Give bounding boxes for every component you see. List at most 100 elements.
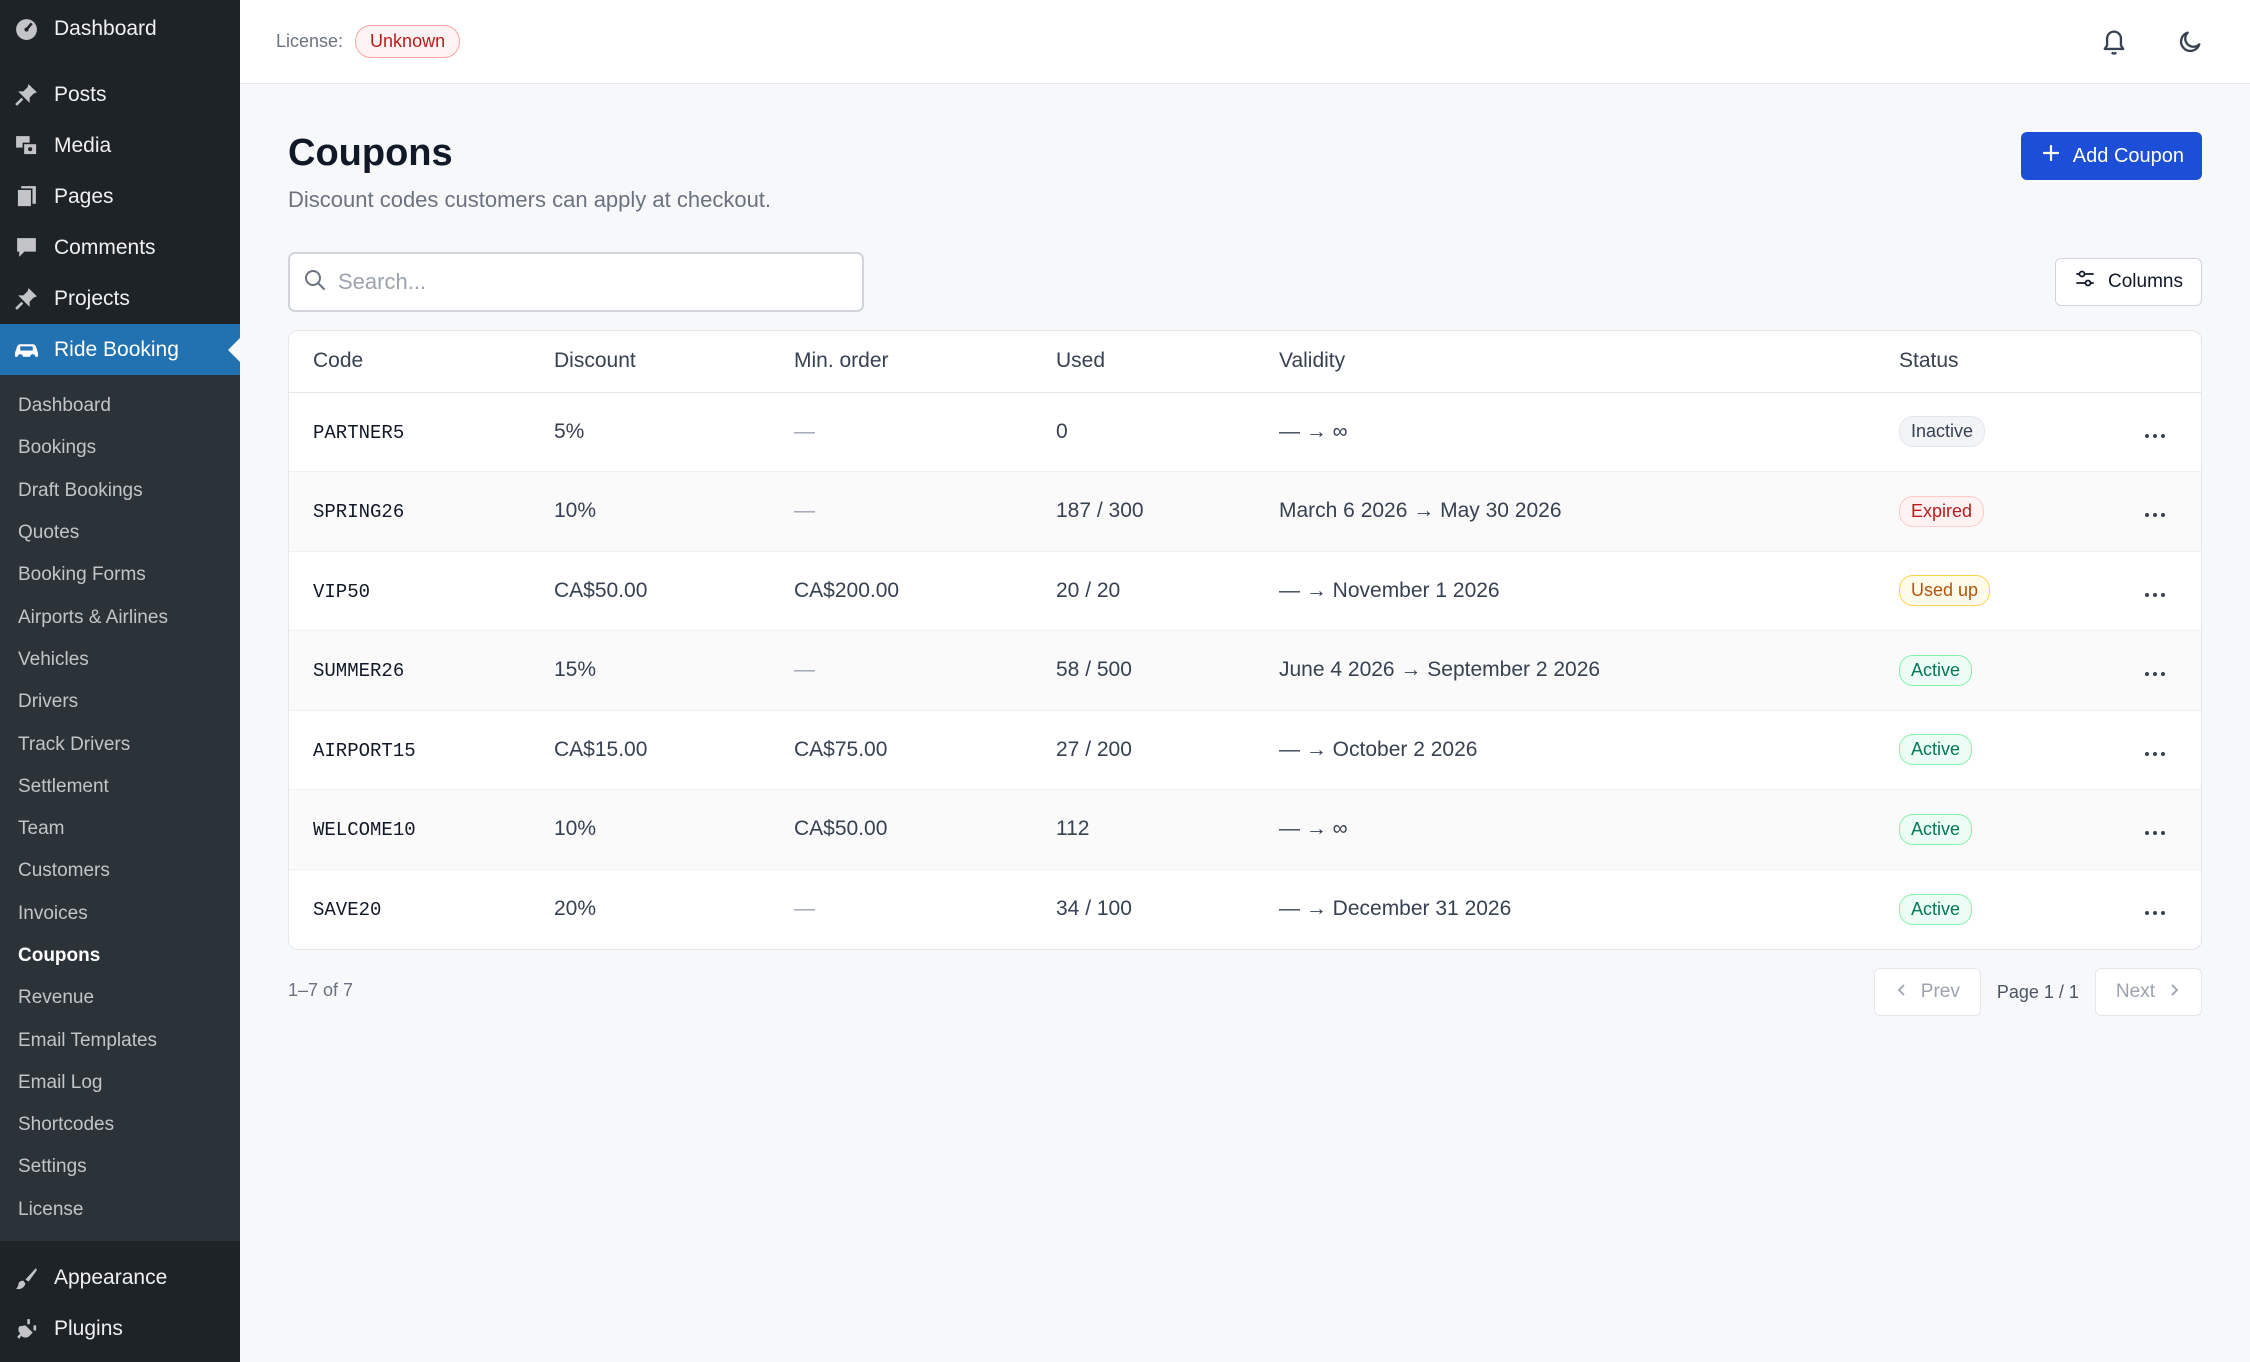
more-actions-icon[interactable] <box>2145 433 2165 438</box>
table-row[interactable]: SPRING26 10% — 187 / 300 March 6 2026 → May … <box>289 471 2201 552</box>
cell-min-order-value: — <box>794 897 815 920</box>
submenu-item-license[interactable]: License <box>0 1189 240 1231</box>
cell-status: Active <box>1899 789 2109 870</box>
cell-discount-value: CA$15.00 <box>554 737 648 761</box>
cell-used-value: 112 <box>1056 817 1090 841</box>
pagination-count: 1–7 of 7 <box>288 980 354 1000</box>
submenu-item-settings[interactable]: Settings <box>0 1146 240 1188</box>
cell-actions <box>2109 471 2201 552</box>
submenu-item-email-templates[interactable]: Email Templates <box>0 1019 240 1061</box>
cell-actions <box>2109 551 2201 631</box>
bell-icon[interactable] <box>2094 22 2134 62</box>
column-header-status[interactable]: Status <box>1899 331 2109 393</box>
column-header-validity[interactable]: Validity <box>1279 331 1899 393</box>
submenu-item-customers[interactable]: Customers <box>0 850 240 892</box>
column-header-code[interactable]: Code <box>289 331 554 393</box>
submenu-item-revenue[interactable]: Revenue <box>0 977 240 1019</box>
table-row[interactable]: VIP50 CA$50.00 CA$200.00 20 / 20 — → Novembe… <box>289 551 2201 631</box>
cell-used-value: 27 / 200 <box>1056 737 1132 761</box>
submenu-item-track-drivers[interactable]: Track Drivers <box>0 723 240 765</box>
cell-discount: CA$50.00 <box>554 551 794 631</box>
table-row[interactable]: AIRPORT15 CA$15.00 CA$75.00 27 / 200 — → Oct… <box>289 710 2201 790</box>
submenu-item-bookings[interactable]: Bookings <box>0 427 240 469</box>
cell-status: Active <box>1899 630 2109 711</box>
cell-used: 58 / 500 <box>1056 630 1279 711</box>
sidebar-item-label: Media <box>54 133 112 157</box>
coupon-code: PARTNER5 <box>313 421 405 444</box>
status-badge: Active <box>1899 893 1973 925</box>
add-coupon-label: Add Coupon <box>2072 144 2184 167</box>
cell-code: SAVE20 <box>289 869 554 949</box>
submenu-item-team[interactable]: Team <box>0 808 240 850</box>
cell-actions <box>2109 392 2201 472</box>
submenu-item-invoices[interactable]: Invoices <box>0 893 240 935</box>
add-coupon-button[interactable]: Add Coupon <box>2020 132 2202 180</box>
sidebar-item-media[interactable]: Media <box>0 120 240 171</box>
cell-validity: — → December 31 2026 <box>1279 869 1899 949</box>
submenu-item-settlement[interactable]: Settlement <box>0 766 240 808</box>
sidebar-item-label: Plugins <box>54 1317 123 1341</box>
submenu-item-draft-bookings[interactable]: Draft Bookings <box>0 470 240 512</box>
submenu-item-dashboard[interactable]: Dashboard <box>0 385 240 427</box>
table-row[interactable]: WELCOME10 10% CA$50.00 112 — → ∞ Active <box>289 789 2201 870</box>
submenu-item-shortcodes[interactable]: Shortcodes <box>0 1104 240 1146</box>
moon-icon[interactable] <box>2170 22 2210 62</box>
sidebar-item-dashboard[interactable]: Dashboard <box>0 0 240 57</box>
sidebar-item-label: Posts <box>54 82 107 106</box>
sidebar-item-projects[interactable]: Projects <box>0 273 240 324</box>
dashboard-icon <box>13 15 40 42</box>
plus-icon <box>2041 143 2061 169</box>
more-actions-icon[interactable] <box>2145 513 2165 518</box>
prev-page-button[interactable]: Prev <box>1873 968 1981 1016</box>
cell-min-order: CA$50.00 <box>794 789 1056 870</box>
cell-status: Active <box>1899 710 2109 790</box>
submenu-item-email-log[interactable]: Email Log <box>0 1062 240 1104</box>
submenu-item-airports-airlines[interactable]: Airports & Airlines <box>0 596 240 638</box>
cell-used: 20 / 20 <box>1056 551 1279 631</box>
more-actions-icon[interactable] <box>2145 751 2165 756</box>
brush-icon <box>13 1265 40 1292</box>
more-actions-icon[interactable] <box>2145 592 2165 597</box>
status-badge: Active <box>1899 654 1973 686</box>
coupon-code: AIRPORT15 <box>313 739 416 762</box>
submenu-item-booking-forms[interactable]: Booking Forms <box>0 554 240 596</box>
pin-icon <box>13 285 40 312</box>
coupons-table-card: Code Discount Min. order Used Validity S… <box>288 330 2202 950</box>
cell-actions <box>2109 869 2201 949</box>
cell-code: AIRPORT15 <box>289 710 554 790</box>
cell-discount: 10% <box>554 789 794 870</box>
table-row[interactable]: PARTNER5 5% — 0 — → ∞ Inactive <box>289 392 2201 472</box>
admin-sidebar: Dashboard Posts Media Pages Comments Pro… <box>0 0 240 1362</box>
table-row[interactable]: SUMMER26 15% — 58 / 500 June 4 2026 → Septem… <box>289 630 2201 711</box>
submenu-item-vehicles[interactable]: Vehicles <box>0 639 240 681</box>
sidebar-item-ride-booking[interactable]: Ride Booking <box>0 324 240 375</box>
submenu-item-quotes[interactable]: Quotes <box>0 512 240 554</box>
sidebar-item-pages[interactable]: Pages <box>0 171 240 222</box>
more-actions-icon[interactable] <box>2145 911 2165 915</box>
sidebar-item-comments[interactable]: Comments <box>0 222 240 273</box>
submenu-item-coupons[interactable]: Coupons <box>0 935 240 977</box>
chevron-right-icon <box>2167 981 2181 1003</box>
cell-discount: 5% <box>554 392 794 472</box>
more-actions-icon[interactable] <box>2145 831 2165 836</box>
license-status-badge[interactable]: Unknown <box>355 25 461 58</box>
table-body: PARTNER5 5% — 0 — → ∞ Inactive SPRING26 10% — 187… <box>289 392 2201 949</box>
more-actions-icon[interactable] <box>2145 672 2165 677</box>
sidebar-item-label: Comments <box>54 235 156 259</box>
sidebar-item-appearance[interactable]: Appearance <box>0 1253 240 1304</box>
column-header-min-order[interactable]: Min. order <box>794 331 1056 393</box>
sidebar-item-posts[interactable]: Posts <box>0 69 240 120</box>
table-row[interactable]: SAVE20 20% — 34 / 100 — → December 31 2026 Ac… <box>289 869 2201 949</box>
media-icon <box>13 132 40 159</box>
sidebar-item-plugins[interactable]: Plugins <box>0 1304 240 1355</box>
comments-icon <box>13 234 40 261</box>
pages-icon <box>13 183 40 210</box>
columns-button[interactable]: Columns <box>2055 258 2202 306</box>
column-header-used[interactable]: Used <box>1056 331 1279 393</box>
next-page-button[interactable]: Next <box>2094 968 2202 1016</box>
submenu-item-drivers[interactable]: Drivers <box>0 681 240 723</box>
cell-used: 0 <box>1056 392 1279 472</box>
column-header-discount[interactable]: Discount <box>554 331 794 393</box>
cell-used: 112 <box>1056 789 1279 870</box>
search-input[interactable] <box>338 269 818 295</box>
